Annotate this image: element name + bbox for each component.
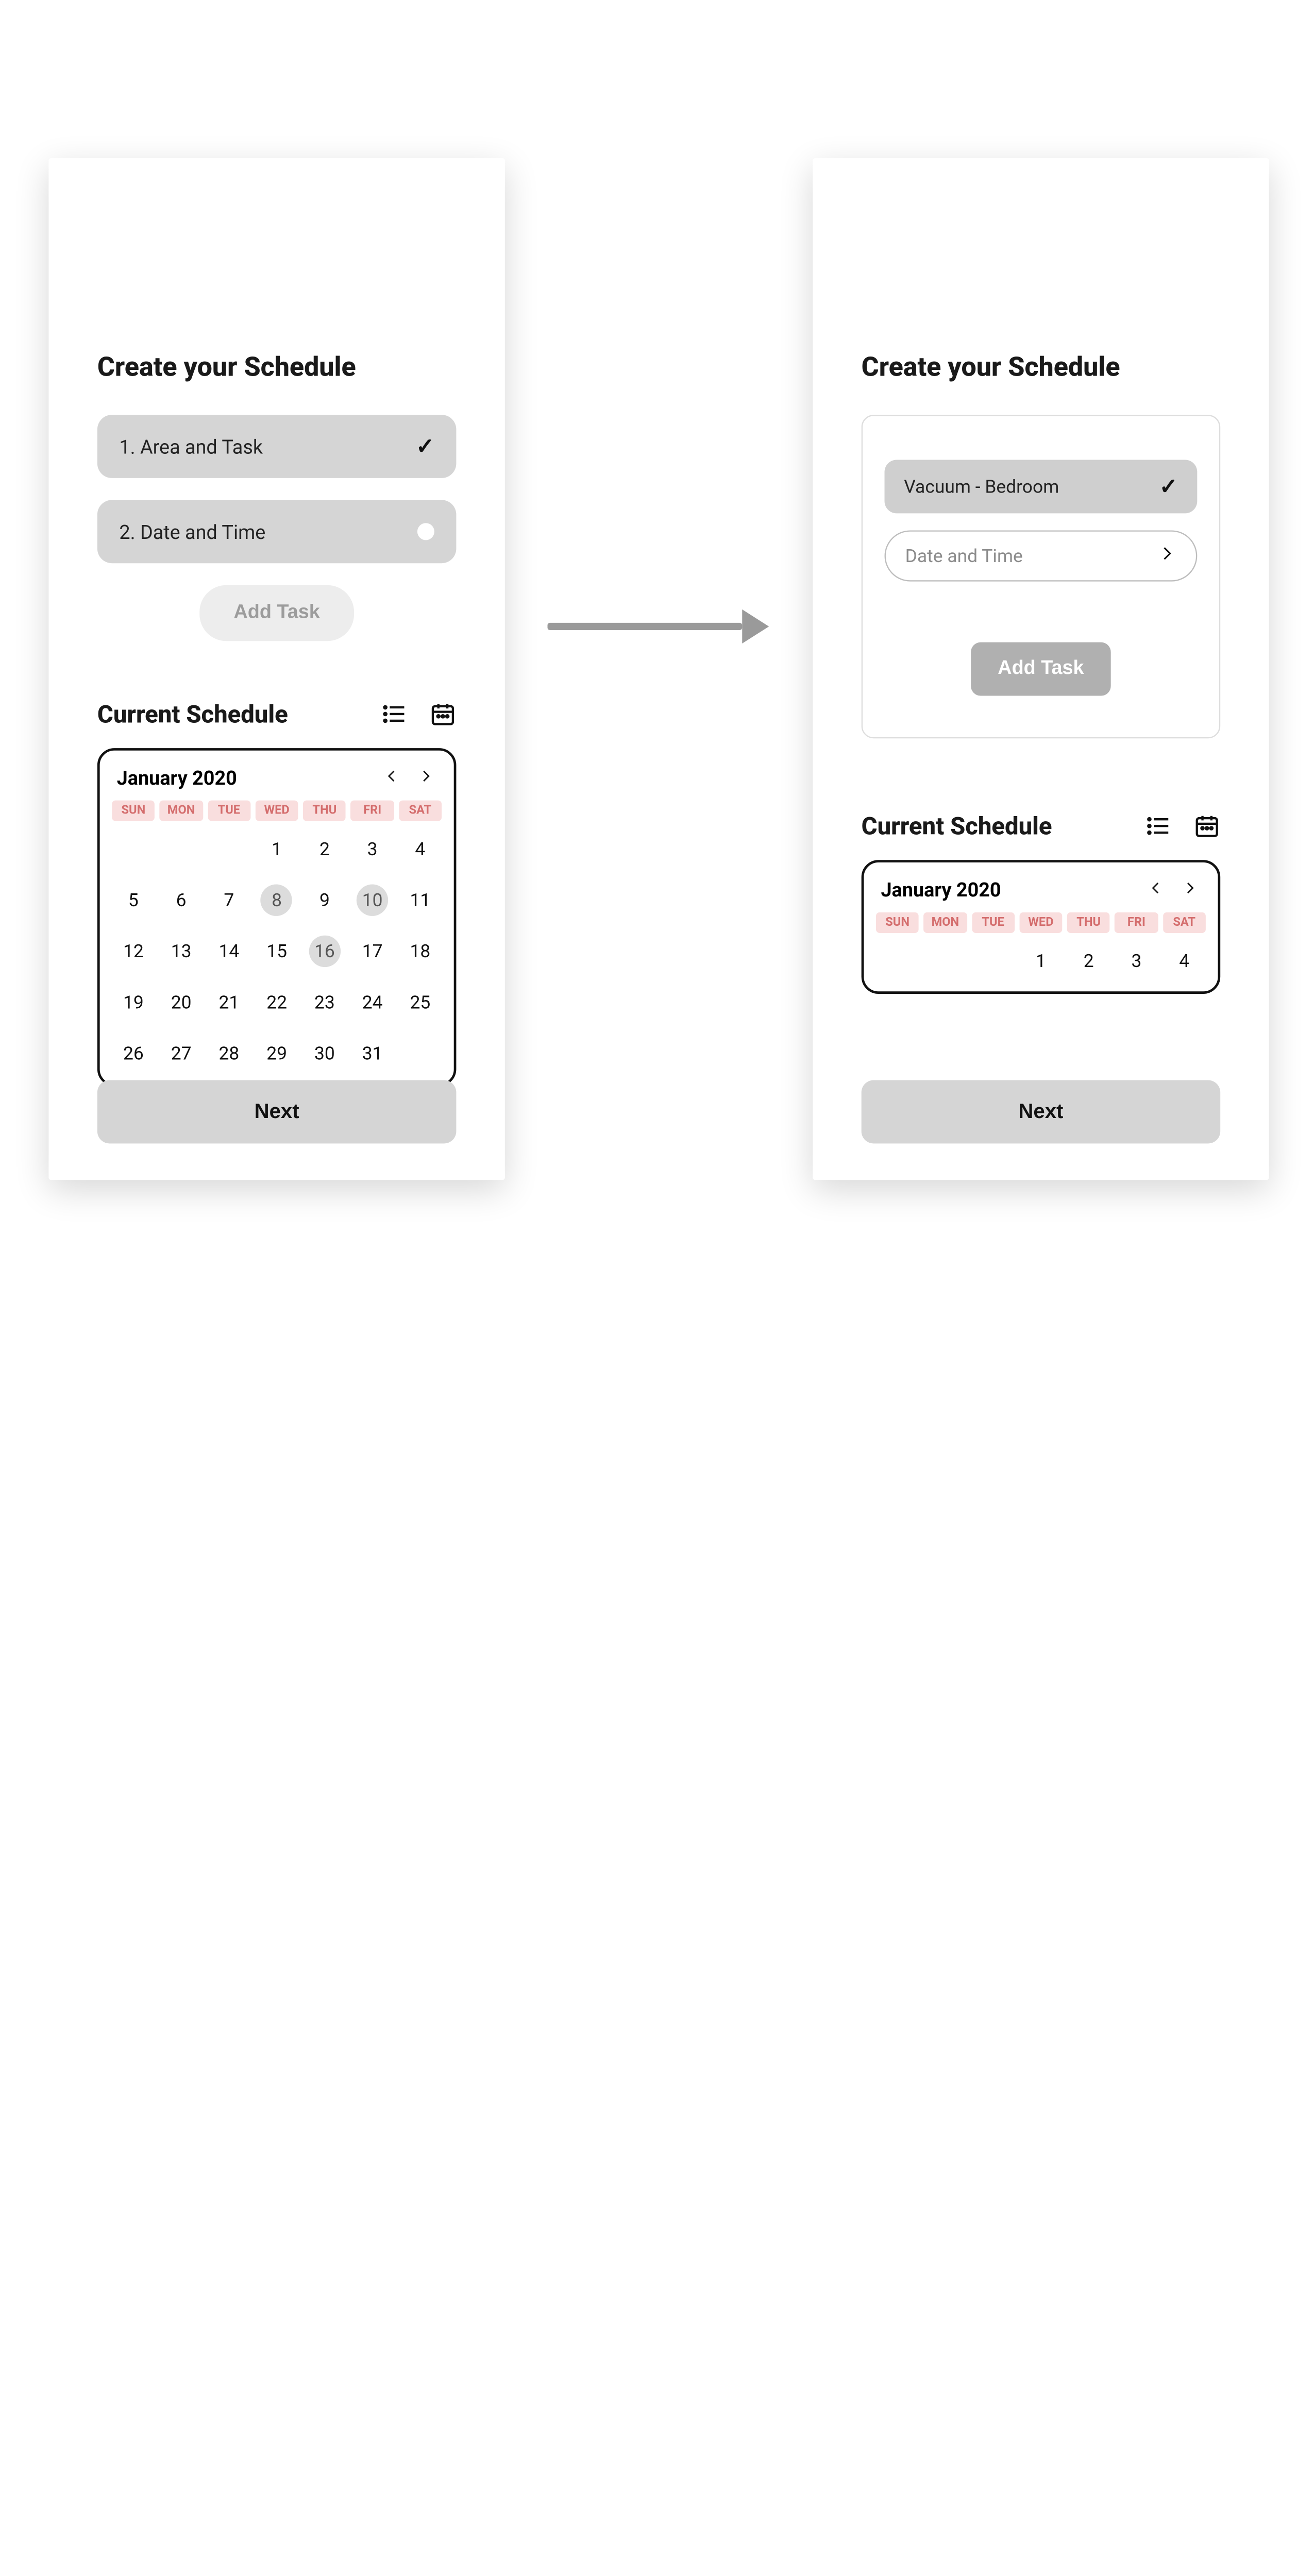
task-config-card: Vacuum - Bedroom Date and Time Add Task [862, 415, 1221, 738]
calendar-day[interactable]: 5 [876, 989, 919, 994]
calendar-dow-label: MON [160, 801, 203, 821]
calendar-dow-label: SUN [112, 801, 155, 821]
calendar-dow-label: SAT [1163, 912, 1206, 933]
step-label: 2. Date and Time [119, 520, 265, 543]
selected-task-pill[interactable]: Vacuum - Bedroom [885, 460, 1198, 514]
selected-task-label: Vacuum - Bedroom [904, 476, 1059, 498]
calendar-day[interactable]: 26 [112, 1030, 155, 1077]
calendar-dow-label: FRI [1115, 912, 1158, 933]
calendar-dow-label: WED [1019, 912, 1062, 933]
calendar: January 2020 SUNMONTUEWEDTHUFRISAT 1234 5… [862, 860, 1221, 994]
current-schedule-title: Current Schedule [97, 700, 288, 729]
calendar-day[interactable]: 15 [255, 928, 298, 975]
calendar-day[interactable]: 22 [255, 979, 298, 1026]
calendar-day[interactable]: 30 [303, 1030, 346, 1077]
calendar-day[interactable]: 29 [255, 1030, 298, 1077]
calendar-dow-label: MON [924, 912, 967, 933]
calendar-day[interactable]: 27 [160, 1030, 203, 1077]
calendar-dow-label: TUE [208, 801, 250, 821]
page-title: Create your Schedule [97, 353, 457, 383]
step-area-and-task[interactable]: 1. Area and Task [97, 415, 457, 478]
calendar-month-label: January 2020 [881, 878, 1001, 902]
calendar-day[interactable]: 13 [160, 928, 203, 975]
step-date-and-time[interactable]: 2. Date and Time [97, 500, 457, 563]
calendar-day[interactable]: 3 [351, 826, 394, 872]
calendar-prev-icon[interactable] [381, 765, 403, 791]
step-label: 1. Area and Task [119, 435, 263, 458]
calendar-prev-icon[interactable] [1145, 877, 1167, 903]
add-task-button[interactable]: Add Task [199, 585, 353, 641]
calendar-view-icon[interactable] [1193, 812, 1220, 839]
check-icon [416, 434, 434, 460]
calendar-day[interactable]: 28 [208, 1030, 250, 1077]
calendar-view-icon[interactable] [429, 701, 456, 727]
calendar-day[interactable]: 24 [351, 979, 394, 1026]
calendar-day[interactable]: 4 [399, 826, 442, 872]
calendar-day[interactable]: 5 [112, 877, 155, 923]
calendar-day[interactable]: 10 [351, 877, 394, 923]
calendar: January 2020 SUNMONTUEWEDTHUFRISAT 12345… [97, 748, 457, 1086]
current-step-dot-icon [417, 523, 434, 540]
add-task-button[interactable]: Add Task [971, 642, 1110, 696]
calendar-day[interactable]: 2 [303, 826, 346, 872]
date-time-input[interactable]: Date and Time [885, 530, 1198, 581]
calendar-day[interactable]: 23 [303, 979, 346, 1026]
chevron-right-icon [1157, 544, 1176, 568]
calendar-dow-label: THU [303, 801, 346, 821]
calendar-day[interactable]: 17 [351, 928, 394, 975]
current-schedule-title: Current Schedule [862, 811, 1052, 841]
phone-screen-right: Create your Schedule Vacuum - Bedroom Da… [813, 158, 1269, 1180]
calendar-dow-label: SUN [876, 912, 919, 933]
date-time-placeholder: Date and Time [905, 545, 1023, 567]
next-button[interactable]: Next [862, 1080, 1221, 1144]
calendar-day[interactable]: 2 [1067, 938, 1110, 984]
next-button[interactable]: Next [97, 1080, 457, 1144]
calendar-day[interactable]: 18 [399, 928, 442, 975]
calendar-day[interactable]: 4 [1163, 938, 1206, 984]
calendar-day[interactable]: 19 [112, 979, 155, 1026]
calendar-dow-label: TUE [971, 912, 1014, 933]
calendar-day[interactable]: 8 [255, 877, 298, 923]
calendar-next-icon[interactable] [1179, 877, 1201, 903]
check-icon [1159, 474, 1178, 500]
calendar-day[interactable]: 6 [160, 877, 203, 923]
calendar-next-icon[interactable] [415, 765, 437, 791]
calendar-dow-label: FRI [351, 801, 394, 821]
calendar-dow-label: WED [255, 801, 298, 821]
calendar-day[interactable]: 3 [1115, 938, 1158, 984]
calendar-day[interactable]: 1 [1019, 938, 1062, 984]
calendar-day[interactable]: 20 [160, 979, 203, 1026]
calendar-dow-label: SAT [399, 801, 442, 821]
calendar-day[interactable]: 6 [924, 989, 967, 994]
calendar-month-label: January 2020 [117, 767, 237, 790]
calendar-day[interactable]: 31 [351, 1030, 394, 1077]
calendar-dow-label: THU [1067, 912, 1110, 933]
calendar-day[interactable]: 12 [112, 928, 155, 975]
calendar-day[interactable]: 16 [303, 928, 346, 975]
page-title: Create your Schedule [862, 353, 1221, 383]
list-view-icon[interactable] [381, 701, 408, 727]
list-view-icon[interactable] [1145, 812, 1172, 839]
calendar-day[interactable]: 21 [208, 979, 250, 1026]
calendar-day[interactable]: 14 [208, 928, 250, 975]
calendar-day[interactable]: 7 [208, 877, 250, 923]
calendar-day[interactable]: 9 [303, 877, 346, 923]
transition-arrow-icon [548, 608, 779, 645]
calendar-day[interactable]: 1 [255, 826, 298, 872]
phone-screen-left: Create your Schedule 1. Area and Task 2.… [48, 158, 504, 1180]
calendar-day[interactable]: 25 [399, 979, 442, 1026]
calendar-day[interactable]: 11 [399, 877, 442, 923]
